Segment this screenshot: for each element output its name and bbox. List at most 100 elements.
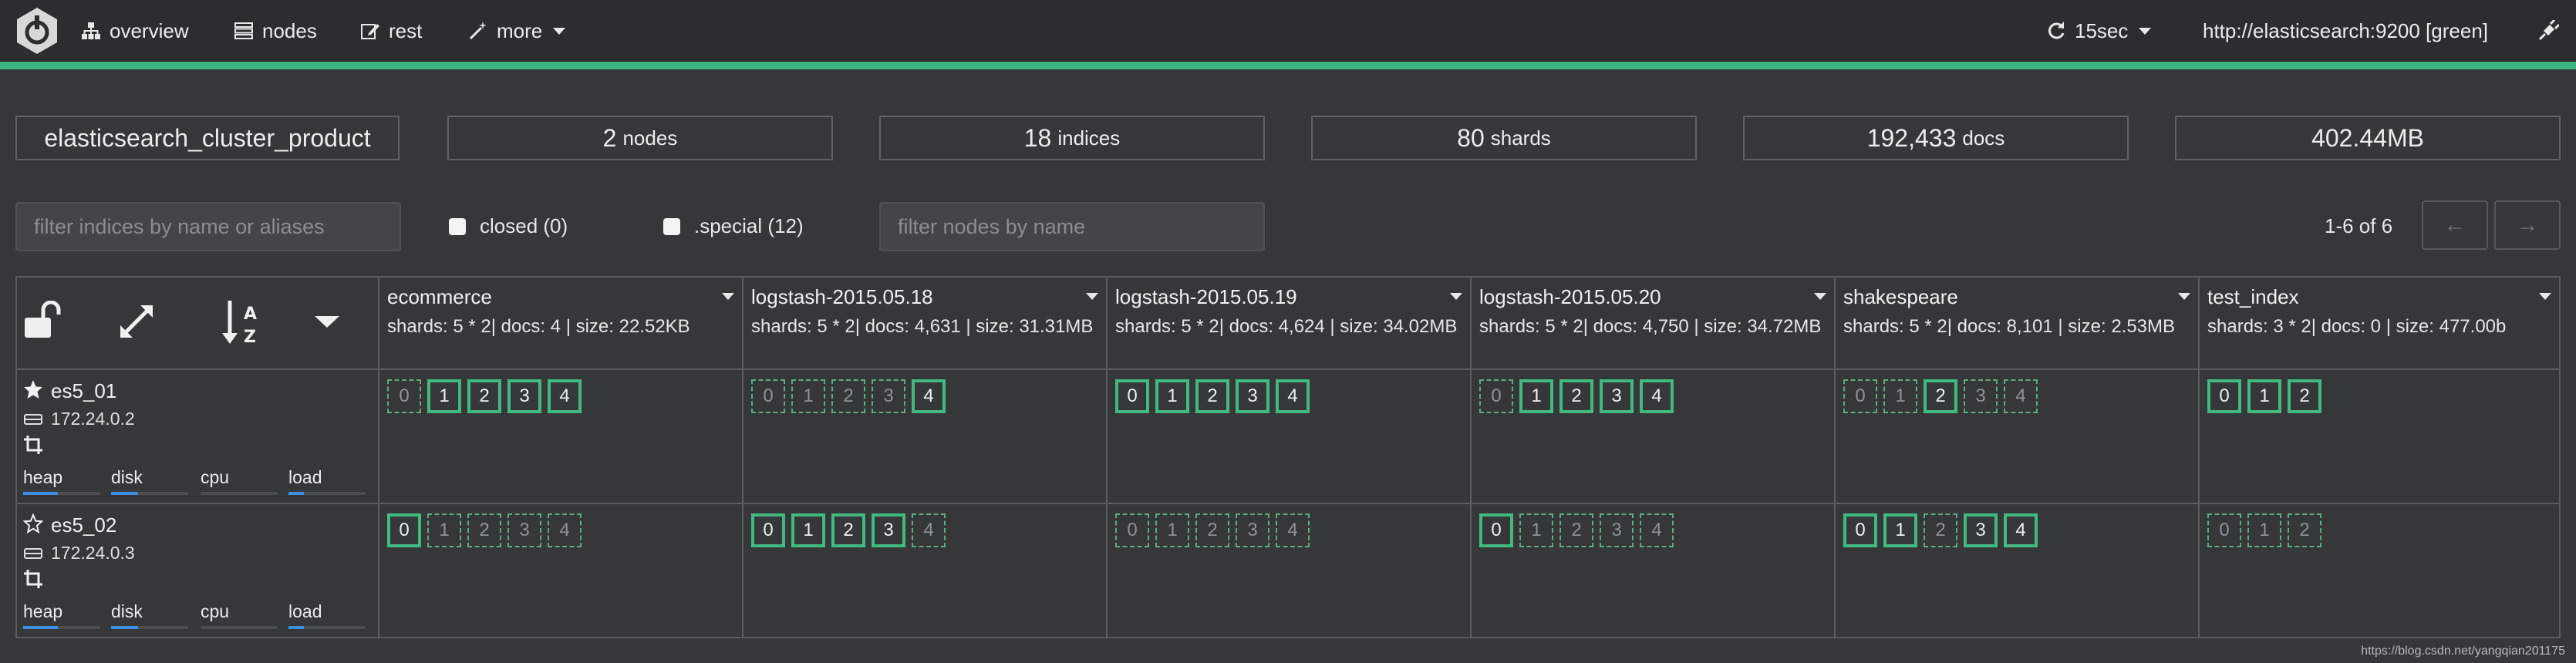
prev-page-button[interactable]: ← bbox=[2422, 200, 2488, 250]
replica-shard[interactable]: 0 bbox=[2207, 513, 2241, 547]
cerebro-logo-icon[interactable] bbox=[12, 6, 62, 56]
closed-checkbox[interactable] bbox=[449, 217, 466, 235]
crop-icon[interactable] bbox=[23, 435, 43, 455]
refresh-interval-dropdown[interactable]: 15sec bbox=[2045, 0, 2152, 62]
expand-icon[interactable] bbox=[117, 302, 156, 341]
primary-shard[interactable]: 4 bbox=[1276, 379, 1310, 413]
index-header[interactable]: logstash-2015.05.18 shards: 5 * 2| docs: … bbox=[743, 276, 1108, 370]
primary-shard[interactable]: 1 bbox=[1883, 513, 1917, 547]
replica-shard[interactable]: 2 bbox=[467, 513, 501, 547]
primary-shard[interactable]: 1 bbox=[791, 513, 825, 547]
unlock-icon[interactable] bbox=[23, 301, 65, 339]
primary-shard[interactable]: 4 bbox=[2004, 513, 2038, 547]
nav-overview[interactable]: overview bbox=[80, 0, 189, 62]
index-menu-caret-icon[interactable] bbox=[2178, 293, 2190, 300]
replica-shard[interactable]: 1 bbox=[1155, 513, 1189, 547]
index-menu-caret-icon[interactable] bbox=[1086, 293, 1098, 300]
filter-indices-input[interactable]: filter indices by name or aliases bbox=[15, 202, 401, 251]
replica-shard[interactable]: 3 bbox=[1600, 513, 1634, 547]
primary-shard[interactable]: 2 bbox=[831, 513, 865, 547]
replica-shard[interactable]: 4 bbox=[912, 513, 946, 547]
index-menu-caret-icon[interactable] bbox=[722, 293, 734, 300]
replica-shard[interactable]: 2 bbox=[2288, 513, 2321, 547]
replica-shard[interactable]: 4 bbox=[1640, 513, 1674, 547]
primary-shard[interactable]: 4 bbox=[912, 379, 946, 413]
primary-shard[interactable]: 0 bbox=[1479, 513, 1513, 547]
replica-shard[interactable]: 3 bbox=[507, 513, 541, 547]
primary-shard[interactable]: 0 bbox=[1843, 513, 1877, 547]
nav-rest[interactable]: rest bbox=[359, 0, 422, 62]
primary-shard[interactable]: 3 bbox=[1964, 513, 1998, 547]
replica-shard[interactable]: 2 bbox=[831, 379, 865, 413]
primary-shard[interactable]: 2 bbox=[1924, 379, 1957, 413]
primary-shard[interactable]: 1 bbox=[2247, 379, 2281, 413]
index-name[interactable]: logstash-2015.05.20 bbox=[1479, 285, 1661, 309]
node-name[interactable]: es5_01 bbox=[51, 379, 116, 403]
primary-shard[interactable]: 3 bbox=[1600, 379, 1634, 413]
primary-shard[interactable]: 4 bbox=[1640, 379, 1674, 413]
primary-shard[interactable]: 0 bbox=[2207, 379, 2241, 413]
primary-shard[interactable]: 1 bbox=[427, 379, 461, 413]
index-name[interactable]: logstash-2015.05.19 bbox=[1115, 285, 1297, 309]
replica-shard[interactable]: 1 bbox=[2247, 513, 2281, 547]
replica-shard[interactable]: 4 bbox=[1276, 513, 1310, 547]
primary-shard[interactable]: 4 bbox=[548, 379, 582, 413]
index-header[interactable]: logstash-2015.05.20 shards: 5 * 2| docs: … bbox=[1472, 276, 1836, 370]
nav-more-dropdown[interactable]: more bbox=[467, 0, 566, 62]
replica-shard[interactable]: 3 bbox=[1236, 513, 1269, 547]
replica-shard[interactable]: 0 bbox=[387, 379, 421, 413]
replica-shard[interactable]: 3 bbox=[872, 379, 905, 413]
replica-shard[interactable]: 4 bbox=[548, 513, 582, 547]
replica-shard[interactable]: 3 bbox=[1964, 379, 1998, 413]
closed-indices-toggle[interactable]: closed (0) bbox=[449, 214, 568, 238]
replica-shard[interactable]: 2 bbox=[1559, 513, 1593, 547]
replica-shard[interactable]: 1 bbox=[427, 513, 461, 547]
index-name[interactable]: logstash-2015.05.18 bbox=[751, 285, 933, 309]
index-header[interactable]: shakespeare shards: 5 * 2| docs: 8,101 | … bbox=[1836, 276, 2200, 370]
primary-shard[interactable]: 0 bbox=[1115, 379, 1149, 413]
filter-dropdown-caret-icon[interactable] bbox=[315, 316, 339, 328]
sort-alpha-icon[interactable]: A Z bbox=[219, 298, 268, 347]
replica-shard[interactable]: 1 bbox=[1519, 513, 1553, 547]
primary-shard[interactable]: 3 bbox=[1236, 379, 1269, 413]
replica-shard[interactable]: 0 bbox=[751, 379, 785, 413]
primary-shard[interactable]: 2 bbox=[467, 379, 501, 413]
special-checkbox[interactable] bbox=[663, 217, 680, 235]
replica-shard[interactable]: 0 bbox=[1479, 379, 1513, 413]
index-name[interactable]: ecommerce bbox=[387, 285, 492, 309]
index-menu-caret-icon[interactable] bbox=[2539, 293, 2551, 300]
index-menu-caret-icon[interactable] bbox=[1814, 293, 1826, 300]
primary-shard[interactable]: 1 bbox=[1155, 379, 1189, 413]
replica-shard[interactable]: 1 bbox=[791, 379, 825, 413]
primary-shard[interactable]: 1 bbox=[1519, 379, 1553, 413]
crop-icon[interactable] bbox=[23, 569, 43, 589]
special-indices-toggle[interactable]: .special (12) bbox=[663, 214, 804, 238]
primary-shard[interactable]: 0 bbox=[387, 513, 421, 547]
primary-shard[interactable]: 2 bbox=[2288, 379, 2321, 413]
index-header[interactable]: logstash-2015.05.19 shards: 5 * 2| docs: … bbox=[1108, 276, 1472, 370]
index-header[interactable]: test_index shards: 3 * 2| docs: 0 | size:… bbox=[2200, 276, 2561, 370]
replica-shard[interactable]: 1 bbox=[1883, 379, 1917, 413]
replica-shard[interactable]: 2 bbox=[1924, 513, 1957, 547]
indices-count: 18 bbox=[1023, 123, 1052, 152]
disconnect-button[interactable] bbox=[2537, 0, 2567, 62]
primary-shard[interactable]: 0 bbox=[751, 513, 785, 547]
primary-shard[interactable]: 2 bbox=[1195, 379, 1229, 413]
replica-shard[interactable]: 2 bbox=[1195, 513, 1229, 547]
primary-shard[interactable]: 3 bbox=[872, 513, 905, 547]
node-name[interactable]: es5_02 bbox=[51, 513, 116, 537]
replica-shard[interactable]: 0 bbox=[1843, 379, 1877, 413]
replica-shard[interactable]: 0 bbox=[1115, 513, 1149, 547]
primary-shard[interactable]: 3 bbox=[507, 379, 541, 413]
nav-nodes[interactable]: nodes bbox=[233, 0, 317, 62]
next-page-button[interactable]: → bbox=[2494, 200, 2561, 250]
index-menu-caret-icon[interactable] bbox=[1450, 293, 1462, 300]
index-name[interactable]: test_index bbox=[2207, 285, 2299, 309]
index-header[interactable]: ecommerce shards: 5 * 2| docs: 4 | size: … bbox=[379, 276, 743, 370]
replica-shard[interactable]: 4 bbox=[2004, 379, 2038, 413]
shard-cell: 01234 bbox=[379, 370, 743, 504]
cluster-host-link[interactable]: http://elasticsearch:9200 [green] bbox=[2203, 0, 2488, 62]
index-name[interactable]: shakespeare bbox=[1843, 285, 1958, 309]
primary-shard[interactable]: 2 bbox=[1559, 379, 1593, 413]
filter-nodes-input[interactable]: filter nodes by name bbox=[879, 202, 1265, 251]
